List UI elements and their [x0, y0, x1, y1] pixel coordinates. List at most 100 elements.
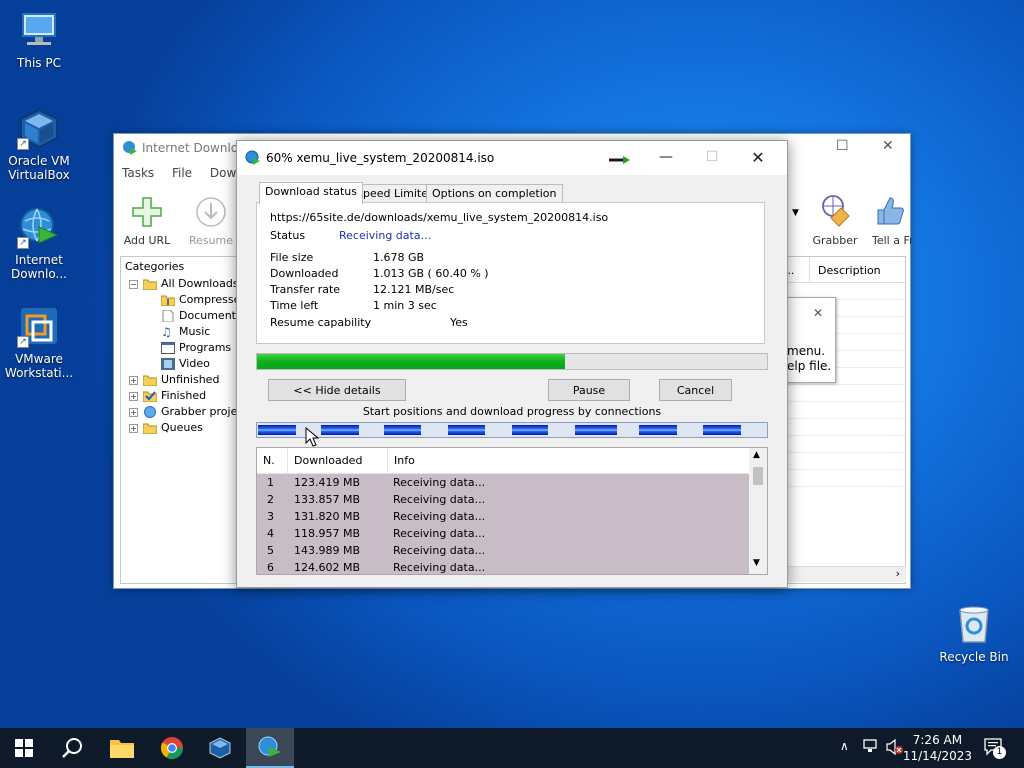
start-button[interactable]	[0, 728, 48, 768]
expand-icon[interactable]: +	[129, 408, 138, 417]
column-header-info[interactable]: Info	[388, 448, 749, 474]
column-header-downloaded[interactable]: Downloaded	[288, 448, 388, 474]
tree-item-queues[interactable]: + Queues	[121, 420, 237, 436]
download-arrow-icon	[193, 194, 229, 230]
system-clock[interactable]: 7:26 AM 11/14/2023	[903, 732, 972, 764]
chevron-up-icon[interactable]: ∧	[840, 739, 849, 753]
tree-label: Video	[179, 357, 210, 370]
resume-capability-value: Yes	[450, 316, 468, 329]
cell-downloaded: 118.957 MB	[294, 527, 361, 540]
notification-center-button[interactable]: 1	[984, 738, 1006, 759]
hide-details-button[interactable]: << Hide details	[268, 379, 406, 401]
tell-a-friend-button[interactable]: Tell a Fri	[864, 194, 912, 247]
desktop-icon-label: This PC	[17, 56, 61, 70]
desktop-icon-vmware[interactable]: ↗ VMware Workstati...	[1, 304, 77, 380]
cell-number: 5	[267, 544, 274, 557]
scroll-right-icon[interactable]: ›	[896, 567, 900, 580]
tree-label: Music	[179, 325, 211, 338]
taskbar-idm[interactable]	[246, 728, 294, 768]
green-arrow-icon	[609, 155, 631, 168]
downloaded-label: Downloaded	[270, 267, 339, 280]
desktop-icon-recycle-bin[interactable]: Recycle Bin	[936, 602, 1012, 664]
tree-label: All Downloads	[161, 277, 237, 290]
tree-label: Documents	[179, 309, 237, 322]
collapse-icon[interactable]: −	[129, 280, 138, 289]
table-row[interactable]: 2 133.857 MB Receiving data...	[257, 491, 749, 508]
tree-item-all-downloads[interactable]: − All Downloads	[121, 276, 237, 292]
tree-label: Compresse	[179, 293, 237, 306]
download-url: https://65site.de/downloads/xemu_live_sy…	[270, 211, 609, 224]
tree-item-documents[interactable]: Documents	[121, 308, 237, 324]
vertical-scrollbar[interactable]: ▲ ▼	[749, 448, 767, 574]
expand-icon[interactable]: +	[129, 424, 138, 433]
tab-options-on-completion[interactable]: Options on completion	[426, 184, 563, 203]
grabber-button[interactable]: Grabber	[804, 194, 866, 247]
cell-number: 6	[267, 561, 274, 574]
close-icon[interactable]: ✕	[882, 138, 894, 154]
tree-item-music[interactable]: ♫ Music	[121, 324, 237, 340]
tab-download-status[interactable]: Download status	[259, 182, 363, 204]
scroll-down-icon[interactable]: ▼	[753, 558, 760, 568]
cell-info: Receiving data...	[393, 476, 486, 489]
dropdown-arrow-icon[interactable]: ▼	[792, 208, 799, 218]
desktop-icon-label: Recycle Bin	[939, 650, 1009, 664]
desktop-icon-virtualbox[interactable]: ↗ Oracle VM VirtualBox	[1, 106, 77, 182]
downloaded-value: 1.013 GB ( 60.40 % )	[373, 267, 489, 280]
add-url-button[interactable]: Add URL	[116, 194, 178, 247]
tree-item-finished[interactable]: + Finished	[121, 388, 237, 404]
tree-item-unfinished[interactable]: + Unfinished	[121, 372, 237, 388]
cell-downloaded: 124.602 MB	[294, 561, 361, 574]
table-row[interactable]: 3 131.820 MB Receiving data...	[257, 508, 749, 525]
desktop-icon-label: Oracle VM VirtualBox	[8, 154, 70, 182]
taskbar-chrome[interactable]	[148, 728, 196, 768]
shortcut-arrow-icon: ↗	[17, 237, 29, 249]
column-header-number[interactable]: N.	[257, 448, 288, 474]
tree-item-grabber-projects[interactable]: + Grabber projec	[121, 404, 237, 420]
time-left-value: 1 min 3 sec	[373, 299, 437, 312]
close-button[interactable]: ✕	[735, 141, 781, 173]
horizontal-scrollbar[interactable]: ›	[786, 566, 906, 582]
cell-info: Receiving data...	[393, 510, 486, 523]
maximize-button[interactable]: ☐	[689, 141, 735, 173]
tooltip-close-icon[interactable]: ✕	[813, 306, 823, 320]
network-icon[interactable]	[862, 738, 880, 757]
minimize-button[interactable]: —	[643, 141, 689, 173]
expand-icon[interactable]: +	[129, 392, 138, 401]
tree-item-video[interactable]: Video	[121, 356, 237, 372]
connection-segment	[321, 425, 359, 435]
table-row[interactable]: 1 123.419 MB Receiving data...	[257, 474, 749, 491]
expand-icon[interactable]: +	[129, 376, 138, 385]
desktop-icon-idm[interactable]: ↗ Internet Downlo...	[1, 205, 77, 281]
volume-muted-icon[interactable]	[886, 738, 904, 759]
taskbar-file-explorer[interactable]	[98, 728, 146, 768]
list-row	[787, 385, 905, 402]
file-size-label: File size	[270, 251, 314, 264]
table-row[interactable]: 5 143.989 MB Receiving data...	[257, 542, 749, 559]
column-header-description[interactable]: Description	[818, 264, 881, 277]
scrollbar-thumb[interactable]	[753, 467, 763, 485]
menu-tasks[interactable]: Tasks	[122, 166, 154, 180]
cell-downloaded: 143.989 MB	[294, 544, 361, 557]
close-icon: ✕	[751, 147, 765, 167]
taskbar-virtualbox[interactable]	[196, 728, 244, 768]
connection-segment	[448, 425, 485, 435]
dialog-titlebar[interactable]: 60% xemu_live_system_20200814.iso — ☐ ✕	[237, 141, 787, 175]
menu-file[interactable]: File	[172, 166, 192, 180]
status-label: Status	[270, 229, 306, 242]
maximize-icon[interactable]: ☐	[836, 138, 849, 154]
search-button[interactable]	[48, 728, 96, 768]
thumbs-up-icon	[872, 194, 908, 230]
table-row[interactable]: 6 124.602 MB Receiving data...	[257, 559, 749, 574]
resume-capability-label: Resume capability	[270, 316, 372, 329]
tree-item-programs[interactable]: Programs	[121, 340, 237, 356]
pause-button[interactable]: Pause	[548, 379, 630, 401]
resume-button[interactable]: Resume	[180, 194, 242, 247]
connections-progress-bar	[256, 422, 768, 438]
scroll-up-icon[interactable]: ▲	[753, 450, 760, 460]
tree-item-compressed[interactable]: Compresse	[121, 292, 237, 308]
cancel-button[interactable]: Cancel	[659, 379, 732, 401]
folder-icon	[142, 422, 158, 435]
table-row[interactable]: 4 118.957 MB Receiving data...	[257, 525, 749, 542]
download-progress-bar	[256, 353, 768, 370]
desktop-icon-this-pc[interactable]: This PC	[1, 8, 77, 70]
